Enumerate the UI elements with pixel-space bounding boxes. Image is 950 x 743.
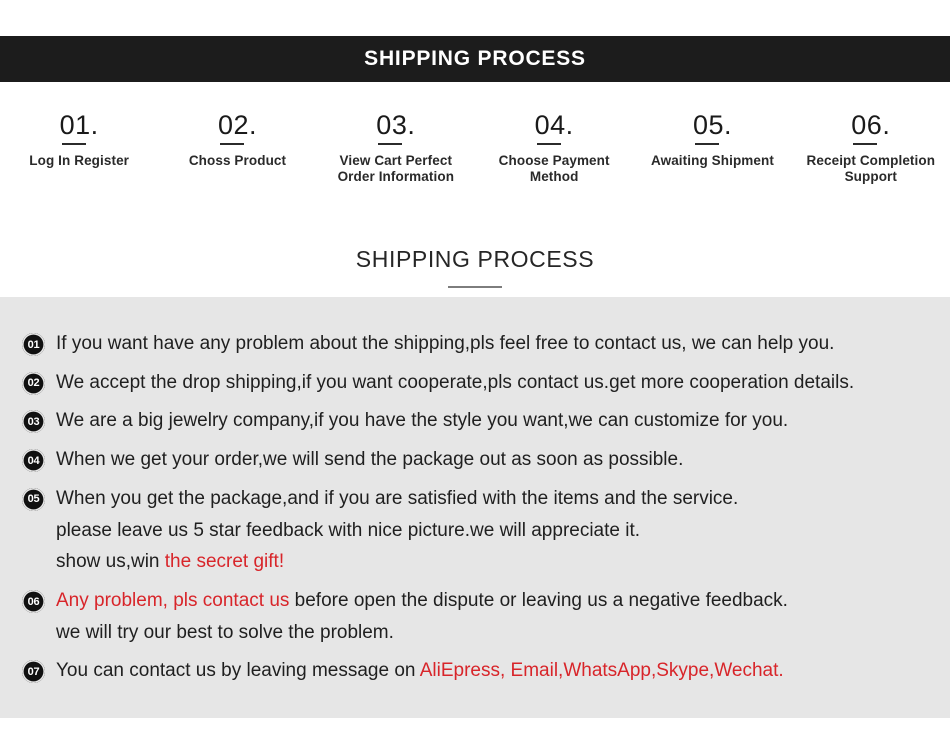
faq-item: 05 When you get the package,and if you ar… (22, 483, 928, 578)
section-heading-divider (448, 286, 502, 288)
step-number: 01. (59, 110, 99, 140)
faq-item: 02 We accept the drop shipping,if you wan… (22, 367, 928, 399)
step-number-wrap: 06. (851, 112, 890, 147)
process-step-01: 01. Log In Register (0, 112, 158, 169)
faq-item-line: show us,win the secret gift! (56, 546, 928, 578)
faq-item-line: We accept the drop shipping,if you want … (56, 367, 928, 399)
body-text: When you get the package,and if you are … (56, 487, 739, 509)
body-text: If you want have any problem about the s… (56, 333, 835, 354)
step-number-wrap: 04. (535, 112, 574, 147)
step-number-underline (694, 143, 719, 145)
faq-item-badge: 05 (22, 487, 45, 511)
step-label: Log In Register (29, 153, 129, 169)
process-step-03: 03. View Cart Perfect Order Information (317, 112, 475, 186)
body-text: We are a big jewelry company,if you have… (56, 410, 789, 432)
step-label-line: Choose Payment (498, 153, 610, 168)
faq-panel: 01 If you want have any problem about the… (0, 297, 950, 718)
highlight-text: AliEpress, Email,WhatsApp,Skype,Wechat. (419, 660, 784, 682)
process-steps: 01. Log In Register 02. Choss Product 03. Vie… (0, 112, 950, 212)
process-step-05: 05. Awaiting Shipment (633, 112, 791, 169)
faq-item-line: When we get your order,we will send the … (56, 444, 928, 476)
step-label-line: Method (529, 169, 579, 185)
step-label-line: View Cart Perfect (339, 153, 453, 168)
faq-item-line: If you want have any problem about the s… (56, 328, 928, 360)
faq-item: 01 If you want have any problem about the… (22, 328, 928, 360)
step-label-line: Awaiting Shipment (650, 153, 774, 168)
body-text: we will try our best to solve the proble… (56, 621, 394, 643)
step-label-line: Order Information (337, 169, 455, 185)
faq-item-badge: 02 (22, 371, 45, 395)
banner-title: SHIPPING PROCESS (364, 47, 586, 70)
faq-item: 04 When we get your order,we will send th… (22, 444, 928, 476)
section-heading: SHIPPING PROCESS (0, 246, 950, 288)
step-number-underline (536, 143, 561, 145)
step-number-wrap: 01. (60, 112, 99, 147)
faq-item-body: When we get your order,we will send the … (56, 444, 928, 476)
process-step-06: 06. Receipt Completion Support (792, 112, 950, 186)
step-number-underline (61, 143, 86, 145)
faq-item-body: Any problem, pls contact us before open … (56, 585, 928, 648)
step-label: View Cart Perfect Order Information (338, 153, 454, 186)
step-number-underline (378, 143, 403, 145)
step-number-underline (853, 143, 878, 145)
faq-item-badge: 01 (22, 333, 45, 356)
step-number-wrap: 03. (376, 112, 415, 147)
step-label: Receipt Completion Support (807, 153, 936, 186)
faq-list: 01 If you want have any problem about the… (22, 328, 928, 694)
process-step-02: 02. Choss Product (158, 112, 316, 169)
shipping-process-page: SHIPPING PROCESS 01. Log In Register 02. Ch… (0, 0, 950, 743)
faq-item: 06 Any problem, pls contact us before ope… (22, 585, 928, 648)
highlight-text: Any problem, pls contact us (56, 590, 290, 612)
section-heading-title: SHIPPING PROCESS (355, 246, 595, 272)
step-number: 05. (692, 110, 732, 140)
faq-item-line: You can contact us by leaving message on… (56, 655, 928, 687)
faq-item: 07 You can contact us by leaving message … (22, 655, 928, 687)
process-step-04: 04. Choose Payment Method (475, 112, 633, 186)
faq-item-line: we will try our best to solve the proble… (56, 617, 928, 649)
highlight-text: the secret gift! (164, 551, 285, 573)
step-label-line: Receipt Completion (806, 153, 936, 168)
page-banner: SHIPPING PROCESS (0, 36, 950, 82)
faq-item-line: We are a big jewelry company,if you have… (56, 405, 928, 437)
step-label-line: Support (844, 169, 898, 185)
step-number: 02. (217, 110, 258, 140)
faq-item-line: When you get the package,and if you are … (56, 483, 928, 515)
faq-item-body: You can contact us by leaving message on… (56, 655, 928, 687)
step-label: Choose Payment Method (499, 153, 610, 186)
faq-item-body: We accept the drop shipping,if you want … (56, 367, 928, 399)
faq-item-badge: 04 (22, 449, 45, 473)
faq-item-badge: 03 (22, 410, 45, 434)
body-text: please leave us 5 star feedback with nic… (56, 519, 641, 541)
faq-item-body: When you get the package,and if you are … (56, 483, 928, 578)
faq-item-line: Any problem, pls contact us before open … (56, 585, 928, 617)
faq-item-badge: 06 (22, 590, 45, 614)
step-label: Awaiting Shipment (651, 153, 774, 169)
step-label-line: Log In Register (29, 153, 130, 168)
step-number-underline (219, 143, 244, 145)
body-text: before open the dispute or leaving us a … (289, 590, 788, 612)
step-number: 04. (534, 110, 574, 140)
step-number-wrap: 05. (693, 112, 732, 147)
faq-item-body: We are a big jewelry company,if you have… (56, 405, 928, 437)
step-label: Choss Product (189, 153, 286, 169)
step-number-wrap: 02. (218, 112, 257, 147)
faq-item: 03 We are a big jewelry company,if you ha… (22, 405, 928, 437)
body-text: You can contact us by leaving message on (56, 660, 420, 682)
body-text: We accept the drop shipping,if you want … (56, 371, 855, 393)
body-text: show us,win (56, 551, 165, 573)
step-number: 03. (376, 110, 416, 140)
step-number: 06. (851, 110, 891, 140)
faq-item-body: If you want have any problem about the s… (56, 328, 928, 360)
step-label-line: Choss Product (188, 153, 287, 168)
faq-item-line: please leave us 5 star feedback with nic… (56, 515, 928, 547)
faq-item-badge: 07 (22, 660, 45, 684)
body-text: When we get your order,we will send the … (56, 449, 684, 471)
